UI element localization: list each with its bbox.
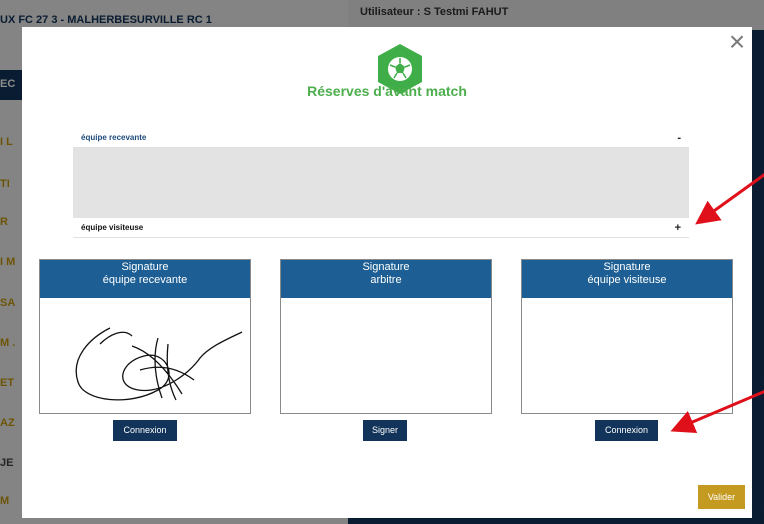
modal-title: Réserves d'avant match	[307, 83, 467, 99]
signature-title: Signature	[362, 261, 410, 273]
home-team-connexion-button[interactable]: Connexion	[113, 420, 177, 441]
signature-subtitle: équipe recevante	[102, 274, 188, 286]
referee-sign-button[interactable]: Signer	[363, 420, 407, 441]
away-team-reserve-header[interactable]: équipe visiteuse +	[73, 218, 689, 238]
home-team-signature-pad[interactable]	[40, 298, 250, 414]
home-team-label: équipe recevante	[81, 133, 147, 142]
away-team-signature-panel: Signature équipe visiteuse	[521, 259, 733, 414]
signature-title: Signature	[121, 261, 169, 273]
signature-panel-header: Signature arbitre	[281, 260, 491, 298]
signature-subtitle: équipe visiteuse	[587, 274, 667, 286]
reserves-modal: × Réserves d'avant match équipe recevant…	[22, 27, 752, 518]
expand-toggle[interactable]: +	[675, 222, 681, 234]
signature-panel-header: Signature équipe recevante	[40, 260, 250, 298]
referee-signature-panel: Signature arbitre	[280, 259, 492, 414]
home-team-reserve-text[interactable]	[73, 148, 689, 218]
away-team-signature-pad[interactable]	[522, 298, 732, 414]
validate-button[interactable]: Valider	[698, 485, 745, 509]
away-team-label: équipe visiteuse	[81, 223, 144, 232]
home-team-reserve-header[interactable]: équipe recevante -	[73, 128, 689, 148]
signature-panel-header: Signature équipe visiteuse	[522, 260, 732, 298]
away-team-connexion-button[interactable]: Connexion	[595, 420, 658, 441]
home-team-signature-panel: Signature équipe recevante	[39, 259, 251, 414]
signature-subtitle: arbitre	[370, 274, 402, 286]
collapse-toggle[interactable]: -	[677, 132, 681, 144]
referee-signature-pad[interactable]	[281, 298, 491, 414]
signature-title: Signature	[603, 261, 651, 273]
close-icon[interactable]: ×	[724, 28, 750, 56]
